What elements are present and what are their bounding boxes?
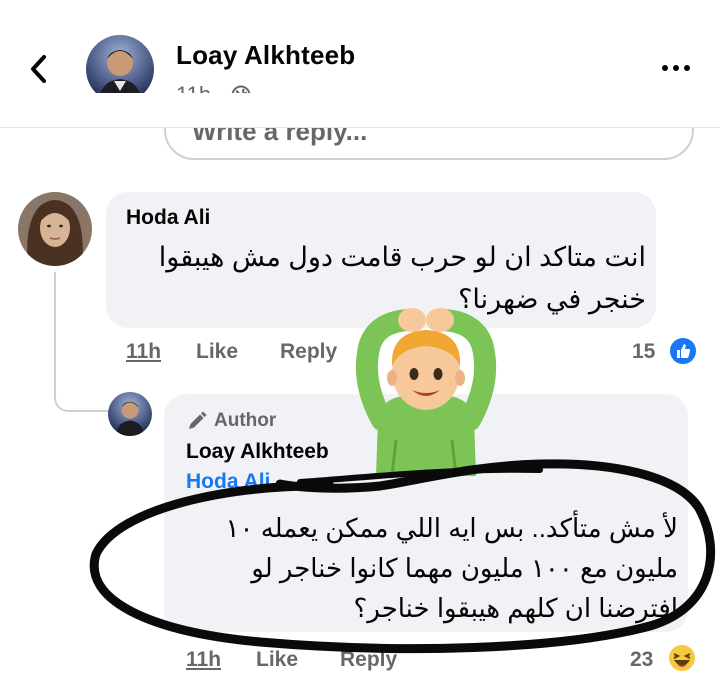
chevron-left-icon: [31, 55, 46, 83]
comment-time[interactable]: 11h: [126, 340, 161, 364]
reply-text: لأ مش متأكد.. بس ايه اللي ممكن يعمله ١٠ …: [225, 513, 678, 623]
author-badge-label: Author: [214, 410, 277, 431]
back-button[interactable]: [22, 46, 56, 92]
reply-reply-button[interactable]: Reply: [340, 648, 397, 672]
reply-reaction-count[interactable]: 23: [630, 648, 653, 672]
reply-button[interactable]: Reply: [280, 340, 337, 364]
like-button[interactable]: Like: [196, 340, 238, 364]
author-name[interactable]: Loay Alkhteeb: [176, 40, 355, 71]
reply-author-name[interactable]: Loay Alkhteeb: [186, 440, 329, 464]
reply-like-button[interactable]: Like: [256, 648, 298, 672]
comment-author-name[interactable]: Hoda Ali: [126, 206, 210, 230]
thread-connector: [54, 272, 110, 412]
commenter-avatar[interactable]: [18, 192, 92, 266]
pencil-icon: [189, 411, 207, 429]
header-background: [0, 93, 720, 128]
like-reaction-icon[interactable]: [668, 336, 698, 366]
haha-reaction-icon[interactable]: [666, 642, 698, 674]
reply-time[interactable]: 11h: [186, 648, 221, 672]
man-gesturing-ok-emoji: [352, 300, 500, 477]
reply-author-avatar[interactable]: [108, 392, 152, 436]
author-badge: Author: [186, 410, 276, 432]
more-options-button[interactable]: [658, 58, 694, 78]
more-dots-icon: [662, 65, 668, 71]
mention-tag[interactable]: Hoda Ali: [186, 470, 270, 488]
header-divider: [0, 127, 720, 128]
reaction-count[interactable]: 15: [632, 340, 655, 364]
